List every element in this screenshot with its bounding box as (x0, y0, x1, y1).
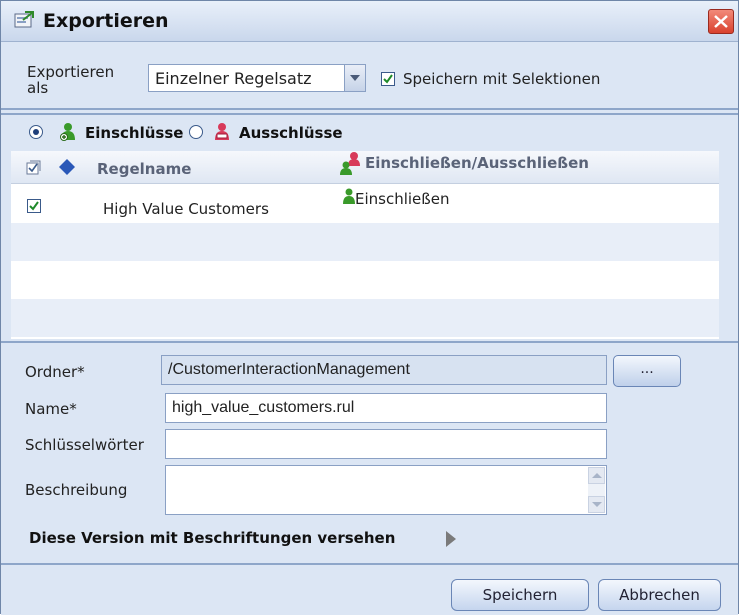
include-exclude-cell: Einschließen (355, 190, 450, 208)
scroll-down-icon[interactable] (588, 496, 605, 513)
rules-table: Regelname Einschließen/Ausschließen High… (11, 151, 719, 339)
title-bar[interactable]: Exportieren (1, 1, 738, 42)
description-scrollbar[interactable] (588, 467, 605, 513)
dialog-footer: Speichern Abbrechen (1, 563, 738, 615)
select-all-checkbox-icon[interactable] (26, 160, 42, 180)
browse-button[interactable]: ... (613, 355, 681, 387)
chevron-down-icon[interactable] (344, 65, 365, 91)
include-exclude-icon (339, 151, 363, 181)
close-icon (714, 15, 728, 28)
divider (1, 341, 738, 343)
description-label: Beschreibung (25, 481, 128, 499)
dialog-title: Exportieren (43, 10, 169, 32)
export-icon (13, 11, 35, 29)
exclude-person-icon (213, 122, 231, 146)
name-field[interactable]: high_value_customers.rul (165, 393, 607, 423)
row-checkbox[interactable] (27, 199, 41, 213)
export-as-select[interactable]: Einzelner Regelsatz (148, 64, 366, 92)
table-header: Regelname Einschließen/Ausschließen (11, 151, 719, 184)
radio-exclude[interactable] (189, 125, 203, 139)
table-row[interactable]: High Value Customers Einschließen (11, 184, 719, 222)
export-as-row: Exportieren als Einzelner Regelsatz Spei… (1, 42, 738, 108)
table-row (11, 261, 719, 299)
radio-exclude-label[interactable]: Ausschlüsse (239, 124, 343, 142)
save-button[interactable]: Speichern (451, 579, 589, 611)
rule-name-cell: High Value Customers (103, 200, 269, 218)
table-row (11, 223, 719, 261)
export-dialog: Exportieren Exportieren als Einzelner Re… (0, 0, 739, 615)
keywords-label: Schlüsselwörter (25, 436, 144, 454)
divider (1, 113, 738, 115)
export-as-value: Einzelner Regelsatz (155, 69, 312, 88)
check-icon (29, 201, 39, 211)
column-header-include-exclude[interactable]: Einschließen/Ausschließen (365, 154, 589, 172)
scroll-up-icon[interactable] (588, 467, 605, 484)
keywords-field[interactable] (165, 429, 607, 459)
export-as-label: Exportieren als (27, 63, 115, 97)
check-icon (383, 74, 393, 84)
expand-arrow-icon[interactable] (446, 531, 456, 547)
table-row (11, 299, 719, 337)
cancel-button[interactable]: Abbrechen (598, 579, 721, 611)
folder-field[interactable]: /CustomerInteractionManagement (161, 355, 607, 385)
radio-include-label[interactable]: Einschlüsse (85, 124, 183, 142)
version-labels-toggle[interactable]: Diese Version mit Beschriftungen versehe… (29, 529, 395, 547)
description-field[interactable] (165, 465, 607, 515)
save-with-selections-checkbox[interactable] (381, 72, 395, 86)
divider (1, 108, 738, 110)
folder-label: Ordner* (25, 363, 85, 381)
diamond-icon (59, 159, 75, 179)
include-person-icon (59, 122, 77, 146)
save-with-selections-label: Speichern mit Selektionen (403, 70, 601, 88)
name-label: Name* (25, 400, 77, 418)
radio-include[interactable] (29, 125, 43, 139)
column-header-rule-name[interactable]: Regelname (97, 160, 191, 178)
close-button[interactable] (708, 9, 734, 34)
